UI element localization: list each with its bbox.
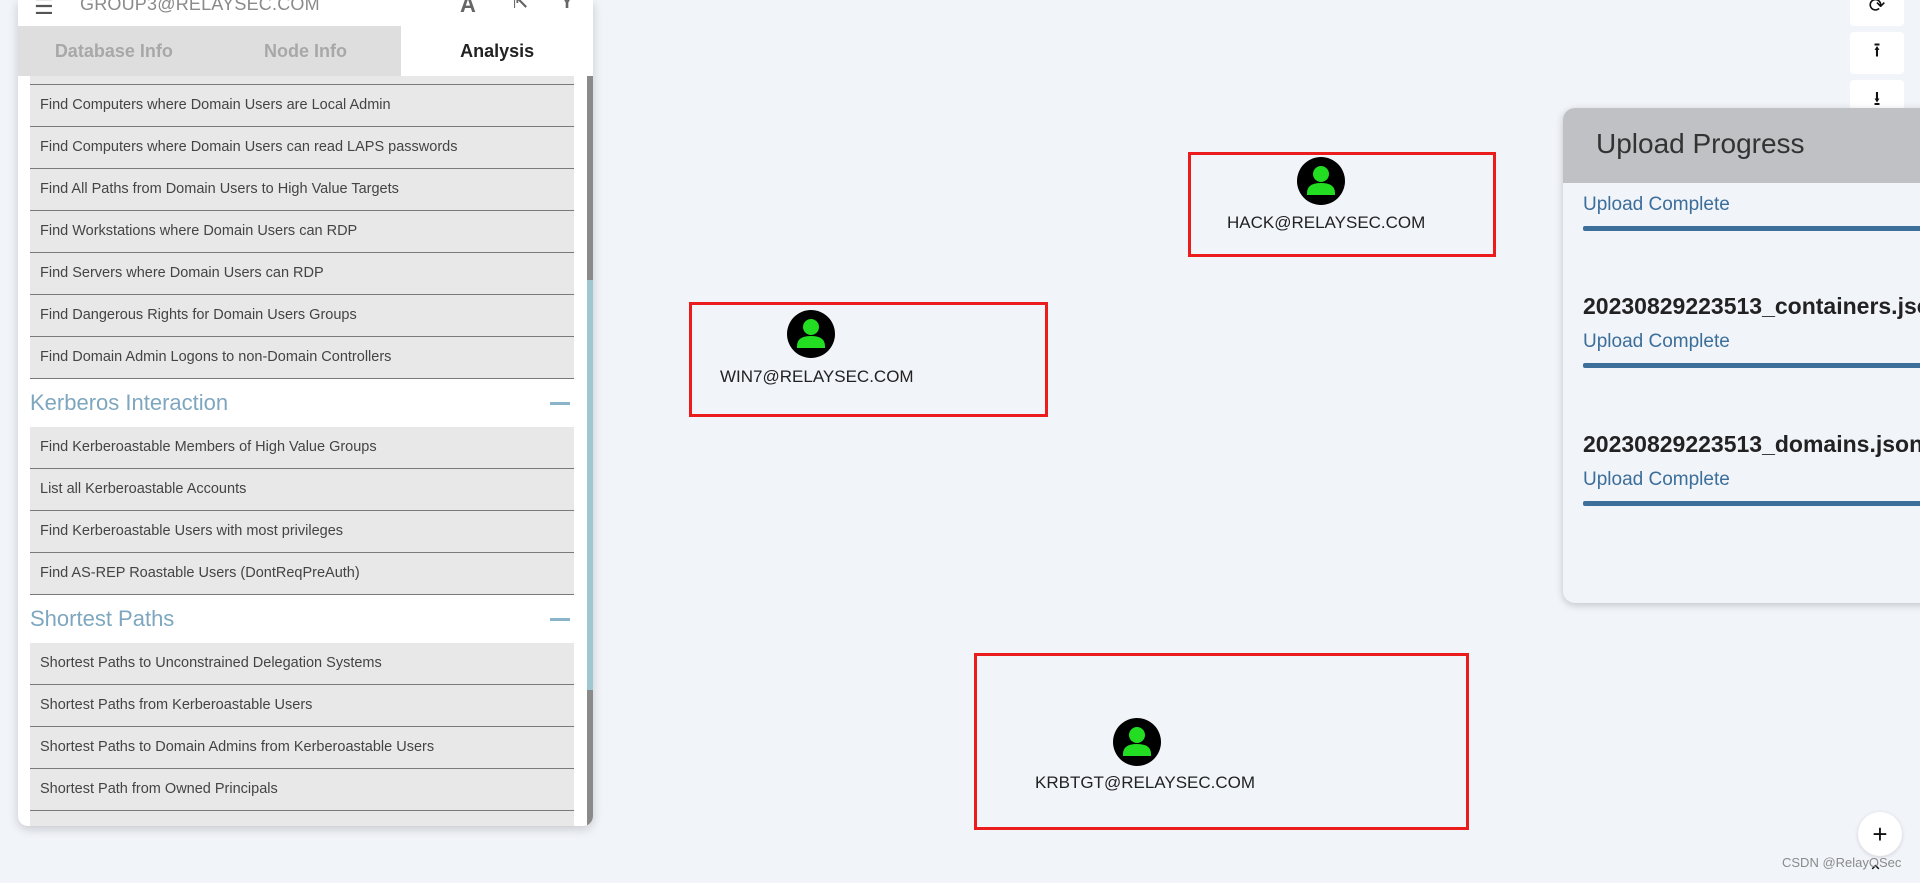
query-item[interactable]: Find Computers where Domain Users are Lo… — [30, 85, 574, 127]
query-item[interactable]: List all Kerberoastable Accounts — [30, 469, 574, 511]
section-title: Kerberos Interaction — [30, 390, 229, 415]
graph-node-highlight — [689, 302, 1048, 417]
query-item[interactable]: Find All Paths from Domain Users to High… — [30, 169, 574, 211]
upload-progress-bar — [1583, 226, 1920, 231]
tab-node-info[interactable]: Node Info — [210, 26, 402, 76]
upload-file-name: 20230829223513_domains.json — [1583, 431, 1920, 457]
query-item[interactable]: Find AS-REP Roastable Users (DontReqPreA… — [30, 553, 574, 595]
tab-database-info[interactable]: Database Info — [18, 26, 210, 76]
panel-tabs: Database Info Node Info Analysis — [18, 26, 593, 76]
upload-button[interactable]: ⭱ — [1850, 32, 1904, 74]
node-label[interactable]: WIN7@RELAYSEC.COM — [720, 367, 914, 387]
query-item[interactable]: Find Servers where Domain Users can RDP — [30, 253, 574, 295]
scrollbar-thumb[interactable] — [587, 280, 593, 690]
query-item[interactable]: Shortest Paths to Unconstrained Delegati… — [30, 643, 574, 685]
upload-status: Upload Complete — [1583, 194, 1730, 215]
upload-icon: ⭱ — [1873, 40, 1881, 62]
query-item[interactable]: Find Kerberoastable Members of High Valu… — [30, 427, 574, 469]
query-item[interactable]: Find Dangerous Rights for Domain Users G… — [30, 295, 574, 337]
collapse-icon[interactable] — [550, 617, 570, 621]
upload-status: Upload Complete — [1583, 469, 1730, 490]
upload-file-name: 20230829223513_containers.json — [1583, 293, 1920, 319]
graph-node-highlight — [974, 653, 1469, 830]
back-icon[interactable]: ⇱ — [513, 0, 528, 13]
query-item[interactable]: Shortest Path from Owned Principals — [30, 769, 574, 811]
watermark: CSDN @RelayOSec — [1782, 855, 1902, 870]
tab-analysis[interactable]: Analysis — [401, 26, 593, 76]
refresh-button[interactable]: ⟳ — [1850, 0, 1904, 26]
query-item[interactable]: Shortest Paths to Domain Admins from Ker… — [30, 727, 574, 769]
query-item[interactable]: Find Workstations where Domain Users can… — [30, 211, 574, 253]
zoom-in-button[interactable]: + — [1858, 812, 1902, 856]
upload-title: Upload Progress — [1596, 128, 1805, 159]
upload-progress-panel: Upload Progress Upload Complete 20230829… — [1563, 108, 1920, 603]
node-label[interactable]: KRBTGT@RELAYSEC.COM — [1035, 773, 1255, 793]
analysis-query-list: Find Computers where Domain Users are Lo… — [30, 76, 574, 826]
search-panel: ☰ GROUP3@RELAYSEC.COM A ⇱ Y Database Inf… — [18, 0, 593, 826]
upload-status: Upload Complete — [1583, 331, 1730, 352]
query-item[interactable]: Find Computers where Domain Users can re… — [30, 127, 574, 169]
search-bar: ☰ GROUP3@RELAYSEC.COM A ⇱ Y — [18, 0, 593, 26]
collapse-icon[interactable] — [550, 401, 570, 405]
path-icon[interactable]: A — [460, 0, 476, 18]
node-label[interactable]: HACK@RELAYSEC.COM — [1227, 213, 1425, 233]
upload-progress-bar — [1583, 363, 1920, 368]
query-item[interactable]: Shortest Paths from Kerberoastable Users — [30, 685, 574, 727]
list-item — [30, 811, 574, 826]
list-item — [30, 76, 574, 85]
user-icon[interactable] — [1297, 157, 1345, 205]
hamburger-icon[interactable]: ☰ — [34, 0, 54, 20]
plus-icon: + — [1872, 818, 1888, 849]
query-item[interactable]: Find Domain Admin Logons to non-Domain C… — [30, 337, 574, 379]
upload-header: Upload Progress — [1563, 108, 1920, 183]
section-header-kerberos[interactable]: Kerberos Interaction — [30, 379, 574, 427]
user-icon[interactable] — [787, 310, 835, 358]
section-title: Shortest Paths — [30, 606, 175, 631]
query-item[interactable]: Find Kerberoastable Users with most priv… — [30, 511, 574, 553]
refresh-icon: ⟳ — [1868, 0, 1886, 17]
search-input[interactable]: GROUP3@RELAYSEC.COM — [80, 0, 320, 15]
upload-progress-bar — [1583, 501, 1920, 506]
user-icon[interactable] — [1113, 718, 1161, 766]
filter-icon[interactable]: Y — [561, 0, 573, 13]
section-header-shortest-paths[interactable]: Shortest Paths — [30, 595, 574, 643]
